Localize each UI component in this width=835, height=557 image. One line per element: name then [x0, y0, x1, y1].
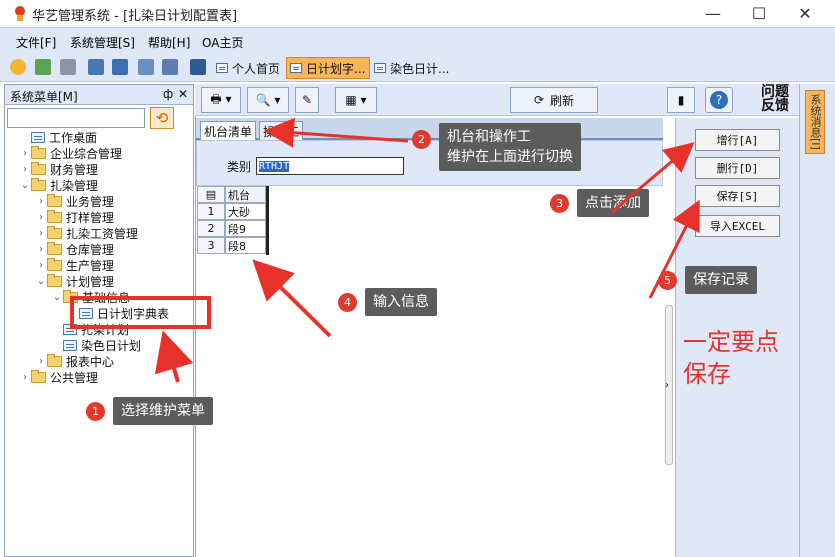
- arrow-to-save: [648, 199, 700, 299]
- arrow-to-tabs: [264, 117, 409, 148]
- arrow-to-grid: [252, 259, 332, 338]
- annotation-arrows: [154, 117, 700, 383]
- arrow-to-menu: [154, 330, 194, 383]
- arrow-to-add: [611, 142, 695, 214]
